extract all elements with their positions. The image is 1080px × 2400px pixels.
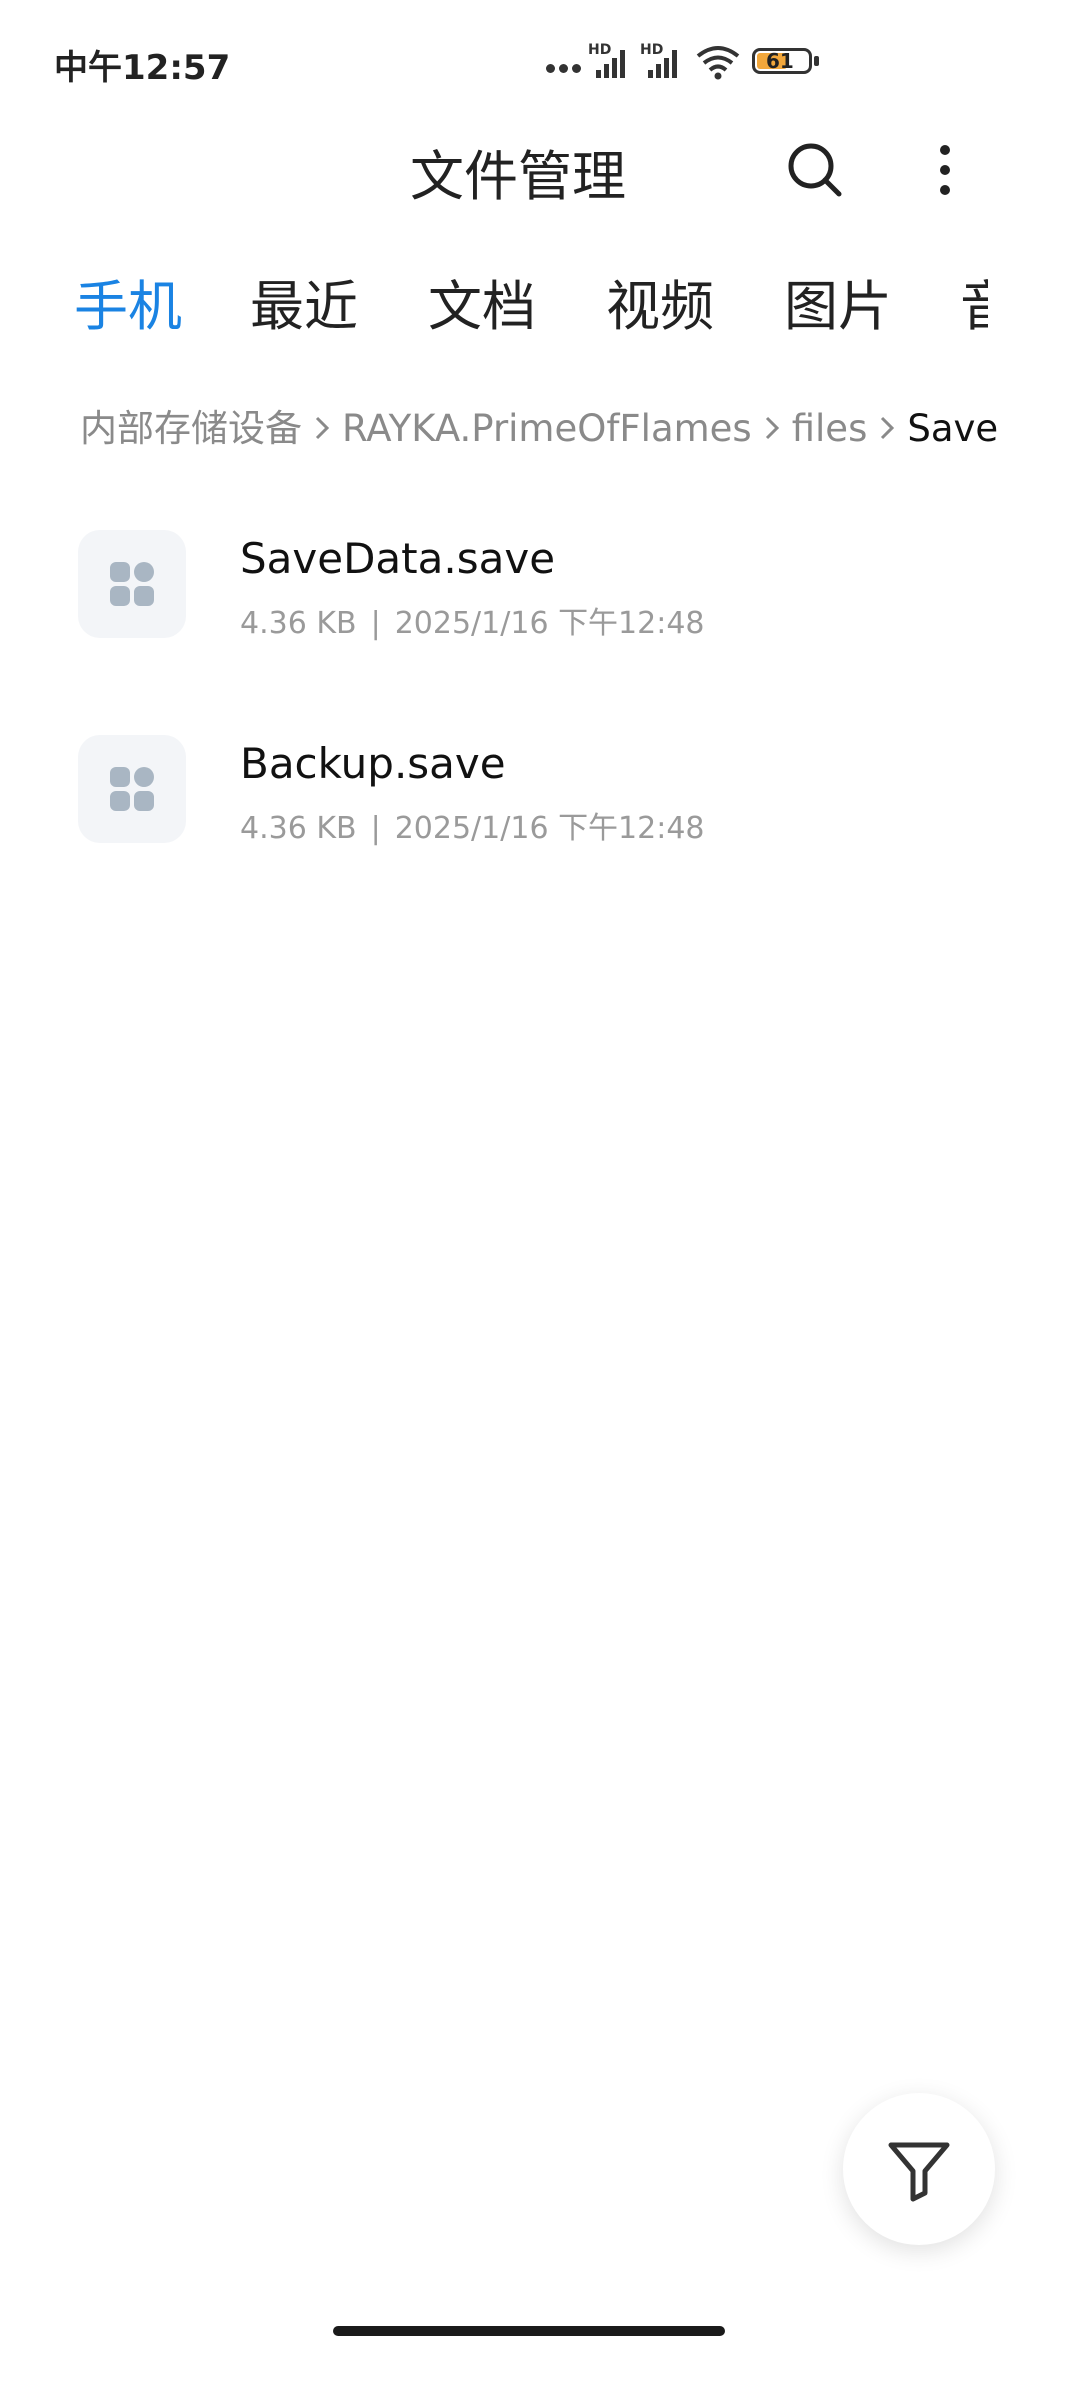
file-meta: 4.36 KB | 2025/1/16 下午12:48 [240,803,705,847]
filter-button[interactable] [843,2093,995,2245]
more-options-button[interactable] [920,140,970,200]
category-tabs: 手机 最近 文档 视频 图片 音 [0,262,1000,342]
more-vertical-icon [940,145,950,195]
tab-recent[interactable]: 最近 [250,262,358,341]
file-name: Backup.save [240,739,506,788]
chevron-right-icon [881,416,895,439]
file-date: 2025/1/16 下午12:48 [394,606,705,641]
chevron-right-icon [765,416,779,439]
list-item[interactable]: Backup.save 4.36 KB | 2025/1/16 下午12:48 [0,735,1080,895]
tab-documents[interactable]: 文档 [428,262,536,341]
chevron-right-icon [315,416,330,439]
wifi-icon [696,44,740,80]
status-time: 中午12:57 [54,48,231,88]
file-name: SaveData.save [240,534,556,583]
battery-level: 61 [766,49,794,73]
breadcrumb-item-app[interactable]: RAYKA.PrimeOfFlames [342,407,752,450]
file-size: 4.36 KB [240,606,357,641]
signal-hd-icon: HD [640,42,684,80]
breadcrumb: 内部存储设备 RAYKA.PrimeOfFlames files Save [80,398,998,452]
battery-icon: 61 [752,48,824,78]
home-indicator[interactable] [333,2326,725,2336]
file-grid-icon [110,767,154,811]
file-icon [78,530,186,638]
filter-icon [888,2142,950,2202]
status-bar: 中午12:57 HD HD 61 [0,0,1080,120]
file-meta: 4.36 KB | 2025/1/16 下午12:48 [240,598,705,642]
file-size: 4.36 KB [240,811,357,846]
meta-separator: | [370,811,381,846]
file-grid-icon [110,562,154,606]
tab-phone[interactable]: 手机 [74,262,182,341]
breadcrumb-item-current: Save [907,407,999,450]
tab-videos[interactable]: 视频 [606,262,714,341]
breadcrumb-item-files[interactable]: files [792,407,868,450]
meta-separator: | [370,606,381,641]
more-dots-icon [546,64,582,76]
signal-hd-icon: HD [588,42,632,80]
tab-images[interactable]: 图片 [784,262,892,341]
page-title: 文件管理 [410,145,626,208]
file-date: 2025/1/16 下午12:48 [394,811,705,846]
list-item[interactable]: SaveData.save 4.36 KB | 2025/1/16 下午12:48 [0,530,1080,690]
search-icon [788,143,842,197]
breadcrumb-item-storage[interactable]: 内部存储设备 [80,407,302,450]
tab-audio[interactable]: 音 [960,262,988,341]
file-icon [78,735,186,843]
search-button[interactable] [785,140,845,200]
